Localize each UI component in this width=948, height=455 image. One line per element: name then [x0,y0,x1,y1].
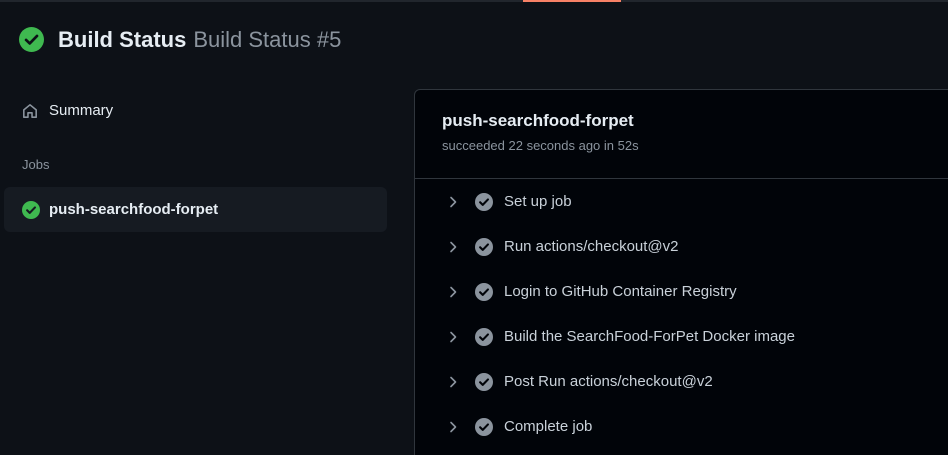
step-check-circle-icon [475,192,493,211]
job-step-row[interactable]: Complete job [415,404,948,449]
job-step-label: Run actions/checkout@v2 [504,238,679,255]
tab-underline-track [0,0,948,2]
step-check-circle-icon [475,282,493,301]
page-header: Build Status Build Status #5 [19,27,341,52]
jobs-heading: Jobs [22,157,50,172]
chevron-right-icon[interactable] [447,421,459,433]
job-step-row[interactable]: Post Run actions/checkout@v2 [415,359,948,404]
success-check-circle-icon [22,200,40,219]
job-step-row[interactable]: Build the SearchFood-ForPet Docker image [415,314,948,359]
job-panel-header: push-searchfood-forpet succeeded 22 seco… [415,90,948,179]
job-step-label: Complete job [504,418,593,435]
job-step-row[interactable]: Run actions/checkout@v2 [415,224,948,269]
sidebar-job-name: push-searchfood-forpet [49,201,219,218]
chevron-right-icon[interactable] [447,196,459,208]
summary-label: Summary [49,102,114,119]
job-step-label: Post Run actions/checkout@v2 [504,373,713,390]
chevron-right-icon[interactable] [447,286,459,298]
chevron-right-icon[interactable] [447,331,459,343]
home-icon [23,103,37,118]
active-tab-indicator [523,0,621,2]
step-check-circle-icon [475,237,493,256]
job-step-row[interactable]: Set up job [415,179,948,224]
job-step-row[interactable]: Login to GitHub Container Registry [415,269,948,314]
job-step-label: Set up job [504,193,572,210]
sidebar-summary-link[interactable]: Summary [21,98,113,123]
run-label: Build Status #5 [193,26,342,52]
chevron-right-icon[interactable] [447,376,459,388]
workflow-title: Build Status [58,26,187,52]
sidebar-job-item[interactable]: push-searchfood-forpet [4,187,387,232]
job-step-label: Build the SearchFood-ForPet Docker image [504,328,795,345]
step-check-circle-icon [475,372,493,391]
step-check-circle-icon [475,417,493,436]
chevron-right-icon[interactable] [447,241,459,253]
job-status-meta: succeeded 22 seconds ago in 52s [442,138,639,153]
job-step-label: Login to GitHub Container Registry [504,283,737,300]
job-panel: push-searchfood-forpet succeeded 22 seco… [414,89,948,455]
job-title: push-searchfood-forpet [442,111,634,130]
step-check-circle-icon [475,327,493,346]
success-check-circle-icon [19,27,44,52]
workflow-run-page: Build Status Build Status #5 Summary Job… [0,0,948,455]
job-steps-list: Set up job Run actions/checkout@v2 Login… [415,179,948,449]
